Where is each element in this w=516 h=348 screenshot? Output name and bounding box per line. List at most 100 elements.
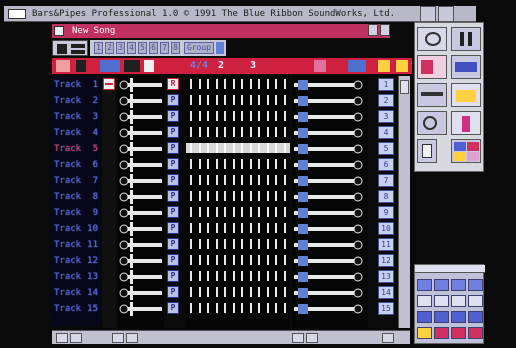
track-sheet-row[interactable] bbox=[186, 255, 290, 265]
gear-icon[interactable] bbox=[378, 60, 390, 72]
group-button-4[interactable]: 4 bbox=[127, 42, 136, 54]
window-title-bar[interactable]: Bars&Pipes Professional 1.0 © 1991 The B… bbox=[4, 6, 476, 22]
pipe-tool-icon[interactable] bbox=[298, 288, 308, 298]
track-number-button[interactable]: 10 bbox=[378, 222, 394, 235]
pipe-tool-icon[interactable] bbox=[298, 80, 308, 90]
tempo-icon[interactable] bbox=[100, 60, 120, 72]
pipe-tool-icon[interactable] bbox=[298, 272, 308, 282]
media-panel-titlebar[interactable] bbox=[415, 265, 485, 273]
media-tool-12-icon[interactable] bbox=[468, 311, 483, 323]
track-name-2[interactable]: Track 2 bbox=[54, 94, 100, 108]
group-button-1[interactable]: 1 bbox=[94, 42, 103, 54]
play-track-button[interactable]: P bbox=[167, 302, 179, 314]
media-tool-15-icon[interactable] bbox=[451, 327, 466, 339]
media-tool-13-icon[interactable] bbox=[417, 327, 432, 339]
depth-front-button[interactable] bbox=[420, 6, 436, 22]
track-number-button[interactable]: 12 bbox=[378, 254, 394, 267]
timeline-ruler[interactable]: 4/4 2 3 bbox=[52, 58, 412, 74]
track-name-9[interactable]: Track 9 bbox=[54, 206, 100, 220]
track-sheet-row[interactable] bbox=[186, 271, 290, 281]
pipe-tool-icon[interactable] bbox=[298, 224, 308, 234]
pipe-tool-icon[interactable] bbox=[52, 40, 88, 56]
track-name-7[interactable]: Track 7 bbox=[54, 174, 100, 188]
pipe-tool-icon[interactable] bbox=[298, 96, 308, 106]
clock-tool-icon[interactable] bbox=[417, 111, 447, 135]
track-sheet-row[interactable] bbox=[186, 111, 290, 121]
media-tool-6-icon[interactable] bbox=[434, 295, 449, 307]
media-tool-11-icon[interactable] bbox=[451, 311, 466, 323]
track-scroll-left-icon[interactable] bbox=[382, 333, 394, 343]
song-close-icon[interactable] bbox=[54, 26, 64, 36]
track-sheet-row[interactable] bbox=[186, 191, 290, 201]
play-track-button[interactable]: P bbox=[167, 286, 179, 298]
track-sheet-row[interactable] bbox=[186, 95, 290, 105]
media-tool-16-icon[interactable] bbox=[468, 327, 483, 339]
group-arrows-icon[interactable] bbox=[216, 42, 224, 54]
lock-icon[interactable] bbox=[396, 60, 408, 72]
media-tool-5-icon[interactable] bbox=[417, 295, 432, 307]
output-scroll-right-icon[interactable] bbox=[306, 333, 318, 343]
vertical-scrollbar[interactable] bbox=[398, 76, 410, 328]
pipe-tool-icon[interactable] bbox=[298, 304, 308, 314]
song-depth-button[interactable] bbox=[380, 24, 390, 36]
group-button-7[interactable]: 7 bbox=[160, 42, 169, 54]
play-track-button[interactable]: P bbox=[167, 142, 179, 154]
media-tool-8-icon[interactable] bbox=[468, 295, 483, 307]
play-track-button[interactable]: P bbox=[167, 270, 179, 282]
media-tool-7-icon[interactable] bbox=[451, 295, 466, 307]
track-number-button[interactable]: 5 bbox=[378, 142, 394, 155]
track-sheet-row-selected[interactable] bbox=[186, 143, 290, 153]
pipe-tool-icon[interactable] bbox=[298, 208, 308, 218]
group-button-8[interactable]: 8 bbox=[171, 42, 180, 54]
pipe-tool-icon[interactable] bbox=[298, 192, 308, 202]
track-sheet-row[interactable] bbox=[186, 287, 290, 297]
media-tool-14-icon[interactable] bbox=[434, 327, 449, 339]
mixer-tool-icon[interactable] bbox=[451, 55, 481, 79]
track-number-button[interactable]: 15 bbox=[378, 302, 394, 315]
edit-tool-icon[interactable] bbox=[417, 83, 447, 107]
track-number-button[interactable]: 11 bbox=[378, 238, 394, 251]
track-sheet-row[interactable] bbox=[186, 303, 290, 313]
track-number-button[interactable]: 8 bbox=[378, 190, 394, 203]
marker-icon[interactable] bbox=[76, 60, 86, 72]
media-tool-10-icon[interactable] bbox=[434, 311, 449, 323]
play-track-button[interactable]: P bbox=[167, 110, 179, 122]
track-name-4[interactable]: Track 4 bbox=[54, 126, 100, 140]
scroll-right-icon[interactable] bbox=[70, 333, 82, 343]
track-name-1[interactable]: Track 1 bbox=[54, 78, 100, 92]
input-pipeline[interactable] bbox=[118, 76, 166, 328]
track-name-11[interactable]: Track 11 bbox=[54, 238, 100, 252]
track-sheet-row[interactable] bbox=[186, 159, 290, 169]
play-track-button[interactable]: P bbox=[167, 238, 179, 250]
eye-tool-icon[interactable] bbox=[417, 27, 447, 51]
pipe-tool-icon[interactable] bbox=[298, 256, 308, 266]
media-tool-3-icon[interactable] bbox=[451, 279, 466, 291]
track-sheet-row[interactable] bbox=[186, 207, 290, 217]
track-number-button[interactable]: 4 bbox=[378, 126, 394, 139]
play-track-button[interactable]: P bbox=[167, 174, 179, 186]
track-name-14[interactable]: Track 14 bbox=[54, 286, 100, 300]
song-window-title-bar[interactable]: New Song bbox=[52, 24, 390, 38]
song-zoom-button[interactable] bbox=[368, 24, 378, 36]
window-close-icon[interactable] bbox=[8, 9, 26, 19]
output-pipeline[interactable] bbox=[292, 76, 368, 328]
play-track-button[interactable]: P bbox=[167, 206, 179, 218]
track-number-button[interactable]: 9 bbox=[378, 206, 394, 219]
depth-back-button[interactable] bbox=[438, 6, 454, 22]
group-button-6[interactable]: 6 bbox=[149, 42, 158, 54]
track-sheet-row[interactable] bbox=[186, 223, 290, 233]
track-name-12[interactable]: Track 12 bbox=[54, 254, 100, 268]
play-track-button[interactable]: P bbox=[167, 222, 179, 234]
track-number-button[interactable]: 13 bbox=[378, 270, 394, 283]
pipe-tool-icon[interactable] bbox=[298, 112, 308, 122]
media-tool-2-icon[interactable] bbox=[434, 279, 449, 291]
scroll-left-icon[interactable] bbox=[56, 333, 68, 343]
scroll-thumb[interactable] bbox=[400, 80, 409, 94]
rewind-icon[interactable] bbox=[56, 60, 70, 72]
track-name-5[interactable]: Track 5 bbox=[54, 142, 100, 156]
track-number-button[interactable]: 7 bbox=[378, 174, 394, 187]
track-sheet-row[interactable] bbox=[186, 127, 290, 137]
track-name-8[interactable]: Track 8 bbox=[54, 190, 100, 204]
track-number-button[interactable]: 1 bbox=[378, 78, 394, 91]
track-number-button[interactable]: 14 bbox=[378, 286, 394, 299]
